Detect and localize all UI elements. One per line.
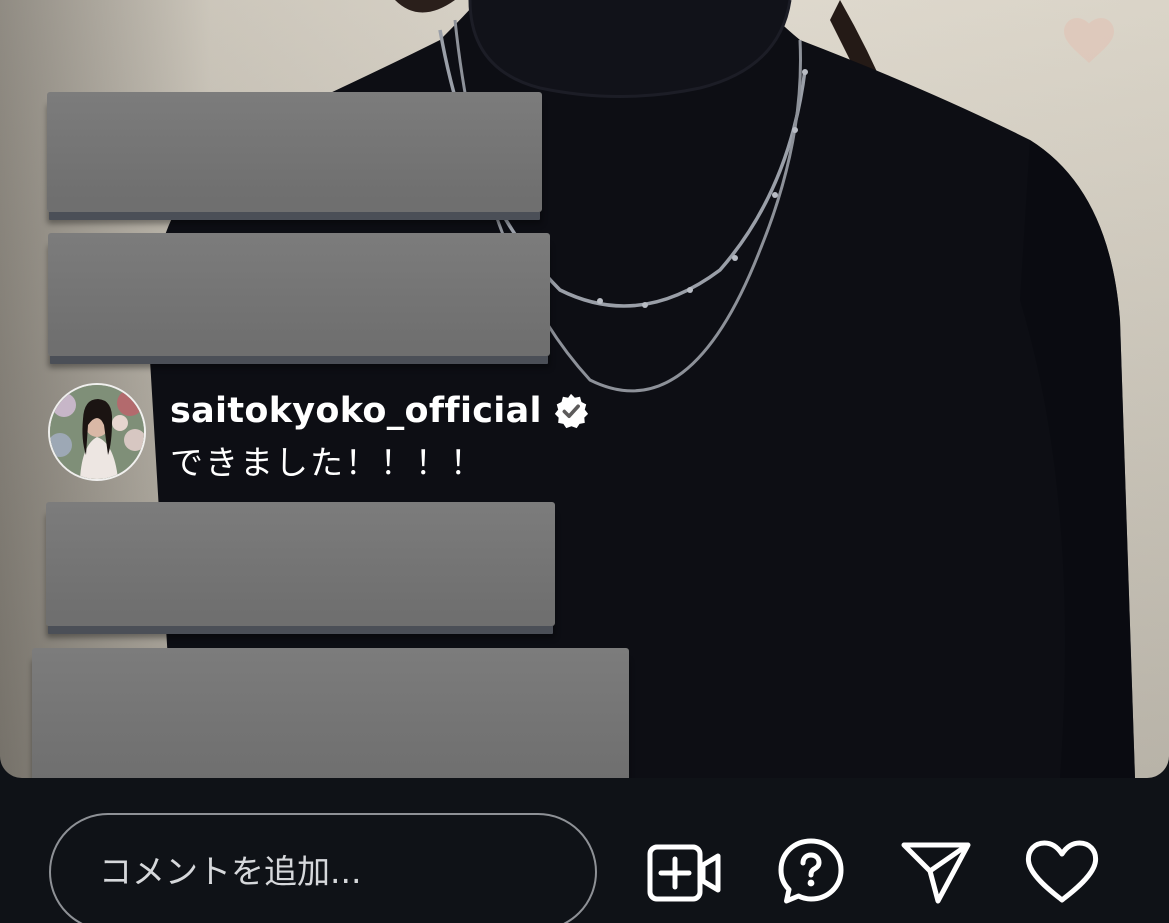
question-button[interactable] [775,835,847,907]
send-button[interactable] [898,837,974,907]
question-icon [778,838,844,904]
comment-text: できました！！！！ [170,443,485,482]
hidden-comment-2 [48,233,550,356]
add-video-icon [647,844,721,902]
floating-heart-icon [1064,18,1114,63]
comment-input[interactable]: コメントを追加... [49,813,597,923]
live-comment: saitokyoko_official できました！！！！ [48,383,590,485]
avatar[interactable] [48,383,146,481]
comment-input-placeholder: コメントを追加... [99,851,362,891]
send-icon [901,842,971,904]
hidden-comment-4 [32,648,629,793]
live-stream-screen: saitokyoko_official できました！！！！ コメントを追加... [0,0,1169,923]
comment-username[interactable]: saitokyoko_official [170,389,542,433]
like-button[interactable] [1022,837,1102,907]
comment-header: saitokyoko_official [170,389,590,433]
hidden-comment-3 [46,502,555,626]
comment-body: saitokyoko_official できました！！！！ [170,389,590,485]
avatar-image [50,385,144,479]
heart-icon [1025,840,1099,903]
hidden-comment-1 [47,92,542,212]
verified-badge-icon [554,393,588,429]
add-video-button[interactable] [645,838,725,908]
